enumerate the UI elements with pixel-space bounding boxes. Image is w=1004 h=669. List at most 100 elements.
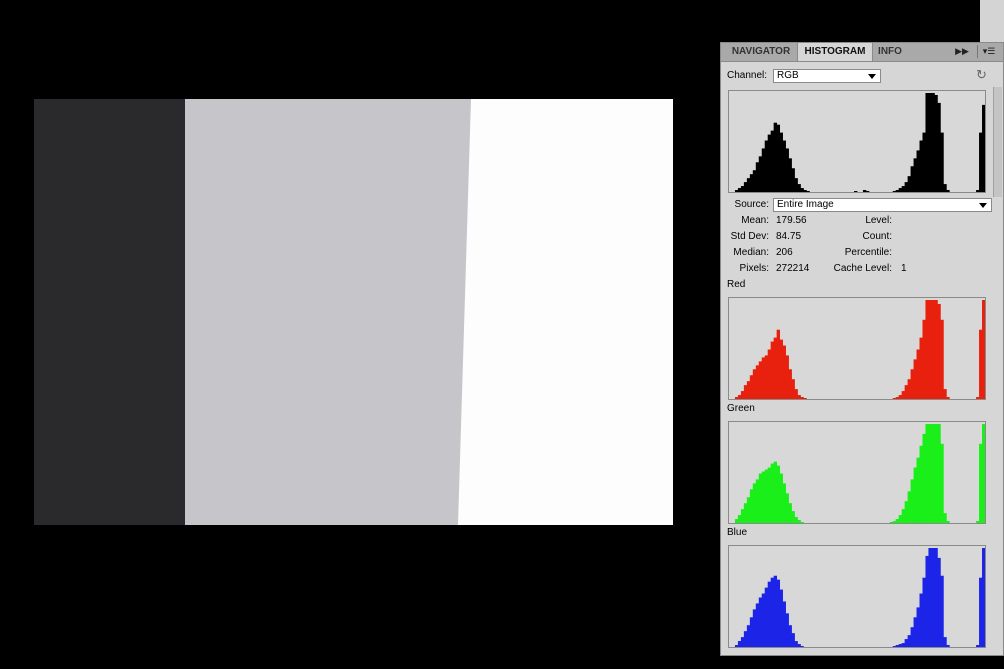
histogram-bar bbox=[931, 424, 935, 523]
histogram-bar bbox=[901, 186, 906, 192]
photo-white-region bbox=[458, 99, 673, 525]
histogram-bar bbox=[907, 176, 911, 192]
histogram-bar bbox=[898, 395, 903, 399]
tab-histogram[interactable]: HISTOGRAM bbox=[797, 43, 873, 61]
histogram-bar bbox=[734, 190, 739, 192]
histogram-bar bbox=[770, 463, 775, 523]
histogram-bar bbox=[931, 300, 935, 399]
histogram-bar bbox=[743, 631, 748, 647]
histogram-bar bbox=[776, 124, 781, 192]
histogram-bar bbox=[982, 104, 985, 192]
histogram-bar bbox=[740, 391, 745, 399]
histogram-bar bbox=[740, 637, 745, 647]
histogram-bar bbox=[773, 122, 778, 192]
histogram-bar bbox=[761, 471, 766, 523]
histogram-bar bbox=[770, 130, 775, 192]
histogram-bar bbox=[982, 300, 985, 399]
histogram-bar bbox=[919, 337, 923, 399]
histogram-bar bbox=[946, 397, 950, 399]
histogram-bar bbox=[925, 555, 929, 647]
histogram-bar bbox=[931, 93, 935, 192]
histogram-bar bbox=[752, 609, 757, 647]
histogram-bar bbox=[788, 503, 792, 523]
histogram-composite bbox=[728, 90, 986, 193]
panel-menu-icon[interactable]: ▾☰ bbox=[977, 45, 1000, 58]
histogram-bar bbox=[913, 617, 917, 647]
histogram-bar bbox=[776, 465, 781, 523]
histogram-bar bbox=[782, 140, 786, 192]
histogram-bar bbox=[925, 300, 929, 399]
histogram-bar bbox=[940, 575, 944, 647]
histogram-bar bbox=[907, 635, 911, 647]
histogram-bar bbox=[901, 643, 906, 647]
histogram-bar bbox=[794, 178, 798, 192]
histogram-bar bbox=[982, 548, 985, 647]
histogram-bar bbox=[758, 156, 763, 192]
histogram-bar bbox=[928, 300, 932, 399]
histogram-panel: NAVIGATOR HISTOGRAM INFO ▶▶ ▾☰ Channel: … bbox=[720, 42, 1004, 656]
histogram-bar bbox=[758, 473, 763, 523]
histogram-bar bbox=[943, 637, 947, 647]
count-label: Count: bbox=[862, 231, 892, 242]
histogram-bar bbox=[770, 341, 775, 399]
histogram-bar bbox=[737, 395, 742, 399]
histogram-bar bbox=[940, 319, 944, 399]
histogram-bar bbox=[925, 93, 929, 192]
panel-tab-bar: NAVIGATOR HISTOGRAM INFO ▶▶ ▾☰ bbox=[721, 43, 1003, 62]
histogram-bar bbox=[743, 182, 748, 192]
histogram-bar bbox=[898, 515, 903, 523]
histogram-bar bbox=[928, 548, 932, 647]
histogram-bar bbox=[764, 587, 769, 647]
histogram-bar bbox=[764, 469, 769, 523]
histogram-bar bbox=[922, 433, 926, 523]
green-channel-label: Green bbox=[727, 403, 755, 414]
histogram-bar bbox=[919, 140, 923, 192]
histogram-bar bbox=[937, 557, 941, 647]
std-dev-label: Std Dev: bbox=[730, 231, 769, 242]
histogram-bar bbox=[761, 148, 766, 192]
histogram-bar bbox=[791, 511, 795, 523]
histogram-bar bbox=[785, 355, 789, 399]
histogram-blue bbox=[728, 545, 986, 648]
histogram-bar bbox=[785, 613, 789, 647]
histogram-bar bbox=[803, 190, 807, 192]
histogram-bar bbox=[752, 170, 757, 192]
double-arrow-right-icon[interactable]: ▶▶ bbox=[955, 45, 969, 58]
scrollbar[interactable] bbox=[993, 87, 1002, 197]
histogram-bar bbox=[910, 627, 914, 647]
histogram-bar bbox=[794, 389, 798, 399]
histogram-bar bbox=[865, 191, 870, 192]
source-select[interactable]: Entire Image bbox=[773, 198, 992, 212]
histogram-bar bbox=[913, 359, 917, 399]
channel-select[interactable]: RGB bbox=[773, 69, 881, 83]
histogram-bar bbox=[940, 132, 944, 192]
histogram-bar bbox=[767, 467, 772, 523]
histogram-bar bbox=[797, 644, 801, 647]
channel-value: RGB bbox=[777, 70, 799, 81]
histogram-bar bbox=[800, 522, 804, 523]
histogram-bar bbox=[922, 577, 926, 647]
std-dev-value: 84.75 bbox=[776, 231, 802, 242]
histogram-bar bbox=[946, 190, 950, 192]
histogram-bar bbox=[797, 520, 801, 523]
mean-label: Mean: bbox=[741, 215, 769, 226]
histogram-bar bbox=[892, 398, 897, 399]
tab-info[interactable]: INFO bbox=[873, 43, 907, 61]
histogram-bar bbox=[979, 329, 983, 399]
histogram-bar bbox=[979, 132, 983, 192]
histogram-bar bbox=[773, 461, 778, 523]
histogram-bar bbox=[752, 483, 757, 523]
histogram-bar bbox=[922, 319, 926, 399]
histogram-bar bbox=[800, 188, 804, 192]
refresh-icon[interactable]: ↻ bbox=[976, 68, 987, 81]
source-label: Source: bbox=[734, 199, 769, 210]
histogram-bar bbox=[755, 479, 760, 523]
histogram-bar bbox=[770, 577, 775, 647]
histogram-bar bbox=[928, 93, 932, 192]
channel-label: Channel: bbox=[727, 70, 768, 81]
histogram-bar bbox=[779, 339, 783, 399]
histogram-bar bbox=[982, 424, 985, 523]
histogram-bar bbox=[749, 617, 754, 647]
histogram-bar bbox=[773, 575, 778, 647]
tab-navigator[interactable]: NAVIGATOR bbox=[725, 43, 797, 61]
